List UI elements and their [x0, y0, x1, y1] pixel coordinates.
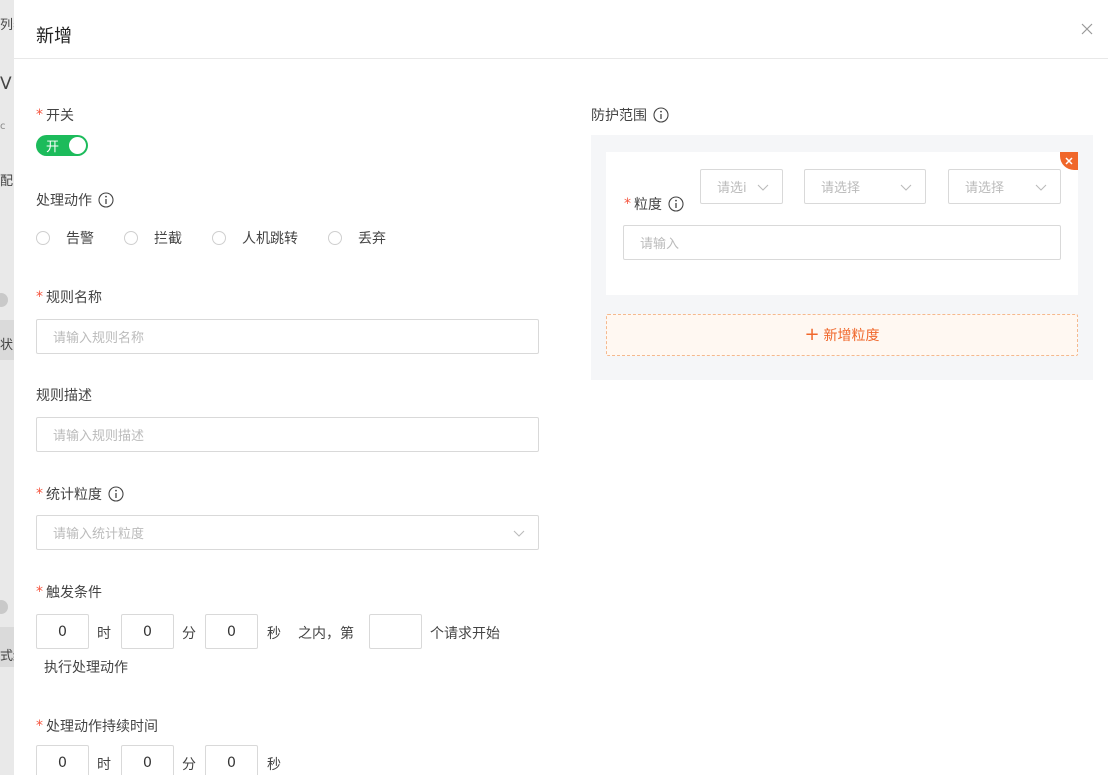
add-granularity-button[interactable]: + 新增粒度 — [606, 314, 1078, 356]
minute-unit: 分 — [182, 757, 196, 773]
placeholder-text: 请输入规则描述 — [53, 429, 145, 444]
chevron-down-icon — [1034, 180, 1048, 194]
placeholder-text: 请输入规则名称 — [53, 331, 145, 346]
hour-unit: 时 — [97, 626, 111, 642]
action-label: 处理动作 — [36, 190, 114, 210]
background-text: 状 — [0, 338, 14, 353]
granularity-select-1[interactable]: 请选i — [700, 169, 783, 204]
add-granularity-label: 新增粒度 — [823, 328, 880, 344]
switch-state-text: 开 — [46, 140, 60, 155]
granularity-label-text: 粒度 — [634, 197, 662, 213]
trigger-count-input[interactable] — [369, 614, 422, 649]
placeholder-text: 请选i — [717, 181, 747, 196]
duration-minutes-input[interactable]: 0 — [121, 745, 174, 775]
radio-alert[interactable]: 告警 — [36, 228, 94, 248]
radio-captcha-redirect[interactable]: 人机跳转 — [212, 228, 298, 248]
background-text: c — [0, 121, 6, 132]
radio-label: 丢弃 — [358, 231, 386, 247]
protection-scope-label: 防护范围 — [591, 105, 669, 125]
trigger-seconds-input[interactable]: 0 — [205, 614, 258, 649]
info-icon[interactable] — [98, 192, 114, 208]
info-icon[interactable] — [668, 196, 684, 212]
radio-circle — [36, 231, 50, 245]
rule-desc-input[interactable]: 请输入规则描述 — [36, 417, 539, 452]
radio-drop[interactable]: 丢弃 — [328, 228, 386, 248]
stat-granularity-label-text: 统计粒度 — [46, 487, 102, 503]
close-icon[interactable] — [1078, 20, 1096, 38]
background-text: 配 — [0, 174, 14, 189]
trigger-label: * 触发条件 — [36, 582, 102, 602]
stat-granularity-label: * 统计粒度 — [36, 484, 124, 504]
placeholder-text: 请输入 — [640, 237, 680, 252]
required-mark: * — [624, 196, 631, 212]
duration-label-text: 处理动作持续时间 — [46, 719, 158, 735]
required-mark: * — [36, 289, 43, 305]
required-mark: * — [36, 718, 43, 734]
duration-seconds-input[interactable]: 0 — [205, 745, 258, 775]
radio-label: 拦截 — [154, 231, 182, 247]
hour-unit: 时 — [97, 757, 111, 773]
chevron-down-icon — [899, 180, 913, 194]
within-text: 之内，第 — [298, 626, 354, 642]
trigger-label-text: 触发条件 — [46, 585, 102, 601]
placeholder-text: 请选择 — [965, 181, 1005, 196]
remove-granularity-icon[interactable] — [1060, 152, 1078, 170]
add-drawer: 新增 * 开关 开 处理动作 告警 拦截 人机跳转 丢弃 * 规则名称 请输入规… — [14, 0, 1108, 775]
second-unit: 秒 — [267, 757, 281, 773]
drawer-title: 新增 — [36, 26, 72, 47]
rule-desc-label: 规则描述 — [36, 385, 92, 405]
info-icon[interactable] — [108, 486, 124, 502]
protection-scope-label-text: 防护范围 — [591, 108, 647, 124]
required-mark: * — [36, 584, 43, 600]
protection-scope-panel: * 粒度 请选i 请选择 请选择 请输入 + 新增粒度 — [591, 135, 1093, 380]
switch-label: * 开关 — [36, 105, 74, 125]
background-avatar — [0, 293, 8, 307]
placeholder-text: 请输入统计粒度 — [53, 527, 145, 542]
rule-name-label-text: 规则名称 — [46, 290, 102, 306]
granularity-value-input[interactable]: 请输入 — [623, 225, 1061, 260]
granularity-select-2[interactable]: 请选择 — [804, 169, 926, 204]
radio-label: 告警 — [66, 231, 94, 247]
stat-granularity-select[interactable]: 请输入统计粒度 — [36, 515, 539, 550]
switch-label-text: 开关 — [46, 108, 74, 124]
rule-name-label: * 规则名称 — [36, 287, 102, 307]
granularity-label: * 粒度 — [624, 194, 684, 214]
required-mark: * — [36, 107, 43, 123]
trigger-line2-text: 执行处理动作 — [44, 660, 128, 676]
background-text: 式缓 — [0, 649, 14, 664]
radio-block[interactable]: 拦截 — [124, 228, 182, 248]
radio-label: 人机跳转 — [242, 231, 298, 247]
trigger-hours-input[interactable]: 0 — [36, 614, 89, 649]
info-icon[interactable] — [653, 107, 669, 123]
second-unit: 秒 — [267, 626, 281, 642]
background-avatar — [0, 600, 8, 614]
switch-knob — [69, 137, 86, 154]
granularity-select-3[interactable]: 请选择 — [948, 169, 1061, 204]
trigger-minutes-input[interactable]: 0 — [121, 614, 174, 649]
enable-switch[interactable]: 开 — [36, 135, 88, 156]
action-radio-group: 告警 拦截 人机跳转 丢弃 — [36, 228, 416, 248]
required-mark: * — [36, 486, 43, 502]
rule-name-input[interactable]: 请输入规则名称 — [36, 319, 539, 354]
duration-label: * 处理动作持续时间 — [36, 716, 158, 736]
rule-desc-label-text: 规则描述 — [36, 388, 92, 404]
radio-circle — [124, 231, 138, 245]
granularity-card: * 粒度 请选i 请选择 请选择 请输入 — [606, 152, 1078, 295]
trigger-tail-text: 个请求开始 — [430, 626, 500, 642]
chevron-down-icon — [512, 526, 526, 540]
drawer-header: 新增 — [14, 0, 1108, 59]
chevron-down-icon — [756, 180, 770, 194]
background-text: 列表 — [0, 18, 14, 33]
minute-unit: 分 — [182, 626, 196, 642]
background-page: 列表 V c 配 状 式缓 — [0, 0, 14, 775]
placeholder-text: 请选择 — [821, 181, 861, 196]
radio-circle — [212, 231, 226, 245]
action-label-text: 处理动作 — [36, 193, 92, 209]
background-text: V — [0, 74, 12, 94]
plus-icon: + — [804, 324, 820, 345]
radio-circle — [328, 231, 342, 245]
duration-hours-input[interactable]: 0 — [36, 745, 89, 775]
